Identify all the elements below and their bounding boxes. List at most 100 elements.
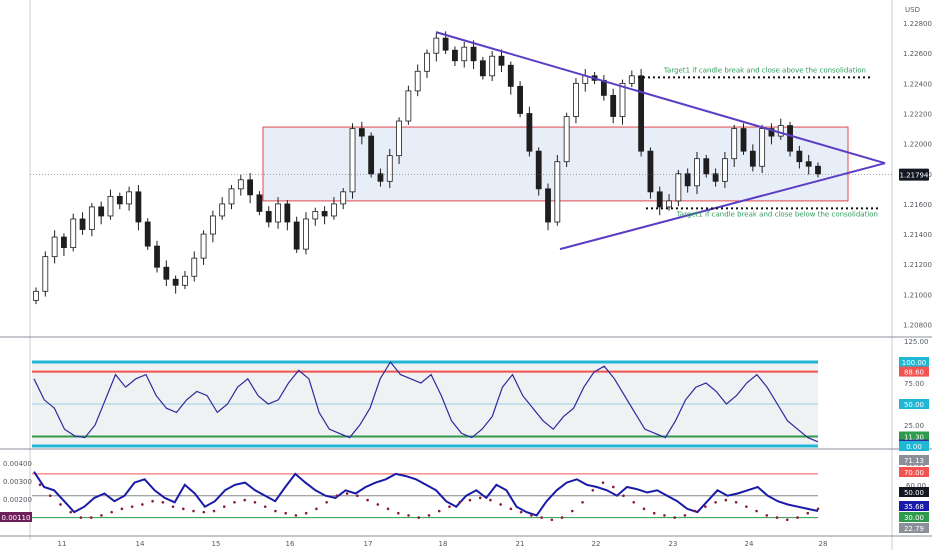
signal-dot	[304, 511, 308, 515]
candle-body	[368, 135, 375, 175]
candle-body	[275, 203, 281, 223]
time-tick-label: 21	[516, 540, 525, 548]
signal-dot	[141, 503, 144, 506]
signal-dot	[765, 514, 769, 517]
signal-dot	[550, 518, 554, 522]
signal-dot	[806, 511, 810, 515]
candle-body	[200, 233, 207, 259]
candle-body	[777, 125, 784, 137]
candle-body	[461, 46, 468, 62]
currency-label: USD	[905, 6, 920, 14]
candle-body	[182, 275, 188, 286]
candle-body	[526, 113, 533, 152]
candle-body	[610, 95, 617, 117]
candle-body	[489, 55, 496, 77]
signal-dot	[458, 500, 462, 504]
candle-body	[284, 203, 291, 223]
chart-background	[0, 0, 932, 550]
candle-body	[694, 158, 700, 187]
stoch-level-badge-label: 88.60	[904, 369, 924, 377]
candle-body	[628, 75, 635, 84]
candle-body	[442, 37, 449, 51]
signal-dot	[233, 500, 236, 504]
time-tick-label: 11	[58, 540, 67, 548]
signal-dot	[581, 500, 584, 504]
stoch-level-badge-label: 100.00	[902, 359, 927, 367]
candle-body	[61, 236, 67, 249]
candle-body	[573, 82, 579, 117]
signal-dot	[632, 500, 636, 504]
stoch-level-badge-label: 0.00	[906, 443, 922, 451]
signal-dot	[366, 498, 369, 502]
candle-body	[759, 128, 766, 167]
target-above-note: Target1 if candle break and close above …	[663, 66, 866, 74]
candle-body	[293, 221, 300, 250]
signal-dot	[816, 507, 820, 511]
candle-body	[452, 49, 458, 62]
signal-dot	[448, 505, 451, 508]
macd-tick-label: 0.00400	[3, 460, 32, 468]
signal-dot	[540, 516, 543, 519]
signal-dot	[243, 498, 247, 502]
signal-dot	[386, 507, 390, 511]
signal-dot	[775, 516, 779, 519]
chart-container[interactable]: 1.228001.226001.224001.222001.220001.218…	[0, 0, 932, 550]
signal-dot	[89, 516, 93, 519]
signal-dot	[407, 514, 410, 517]
candle-body	[303, 218, 309, 250]
candle-body	[144, 221, 151, 247]
signal-dot	[714, 500, 717, 504]
candle-body	[191, 257, 198, 277]
macd-left-badge-label: 0.00110	[2, 514, 31, 522]
signal-dot	[519, 510, 523, 514]
candle-body	[405, 90, 412, 122]
price-tick-label: 1.22200	[903, 110, 932, 118]
candle-body	[796, 150, 803, 163]
signal-dot	[560, 516, 564, 519]
signal-dot	[59, 503, 62, 506]
candle-body	[749, 150, 756, 167]
candle-body	[563, 116, 570, 163]
time-tick-label: 22	[592, 540, 601, 548]
time-tick-label: 17	[364, 540, 373, 548]
candle-body	[424, 52, 430, 72]
signal-dot	[274, 509, 277, 513]
signal-dot	[601, 481, 605, 484]
signal-dot	[683, 514, 687, 517]
candle-body	[340, 191, 347, 205]
chart-svg[interactable]: 1.228001.226001.224001.222001.220001.218…	[0, 0, 932, 550]
signal-dot	[212, 509, 216, 513]
candle-body	[787, 125, 793, 152]
time-tick-label: 23	[669, 540, 678, 548]
signal-dot	[704, 505, 707, 508]
signal-dot	[335, 494, 339, 498]
rsi-level-badge-label: 35.68	[904, 503, 924, 511]
signal-dot	[356, 494, 359, 498]
time-tick-label: 24	[745, 540, 754, 548]
signal-dot	[468, 498, 472, 502]
signal-dot	[396, 511, 400, 515]
signal-dot	[202, 510, 206, 514]
signal-dot	[785, 518, 789, 522]
signal-dot	[734, 500, 738, 504]
signal-dot	[38, 483, 42, 487]
signal-dot	[161, 500, 165, 504]
candle-body	[386, 155, 393, 182]
candle-body	[331, 203, 337, 217]
price-tick-label: 1.21200	[903, 261, 932, 269]
candle-body	[684, 173, 691, 187]
rsi-level-badge-label: 71.13	[904, 457, 924, 465]
signal-dot	[571, 509, 574, 513]
candle-body	[219, 203, 226, 217]
signal-dot	[663, 514, 666, 517]
rsi-level-badge-label: 50.00	[904, 489, 924, 497]
signal-dot	[437, 509, 441, 513]
candle-body	[154, 245, 160, 268]
signal-dot	[427, 514, 431, 517]
candle-body	[116, 195, 123, 205]
candle-body	[247, 179, 254, 196]
signal-dot	[673, 516, 676, 519]
signal-dot	[48, 494, 52, 498]
candle-body	[163, 266, 170, 280]
signal-dot	[192, 509, 195, 513]
